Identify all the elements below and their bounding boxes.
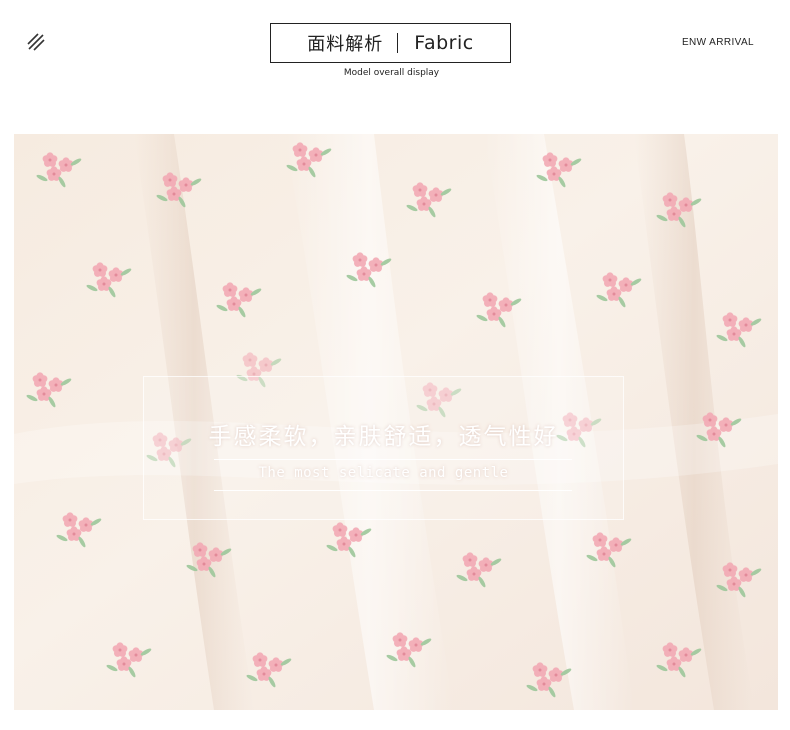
- section-title-box: 面料解析 Fabric: [270, 23, 511, 63]
- caption-frame: 手感柔软，亲肤舒适，透气性好 The most selicate and gen…: [143, 376, 624, 520]
- caption-divider-top: [214, 459, 572, 460]
- caption-english: The most selicate and gentle: [258, 465, 509, 481]
- section-subtitle: Model overall display: [343, 68, 440, 78]
- new-arrival-label: ENW ARRIVAL: [681, 37, 754, 48]
- caption-divider-bottom: [214, 490, 572, 491]
- title-english: Fabric: [414, 32, 474, 54]
- title-divider: [397, 33, 399, 53]
- diagonal-lines-icon: [27, 33, 45, 51]
- menu-icon[interactable]: [26, 32, 48, 54]
- title-chinese: 面料解析: [307, 34, 384, 55]
- caption-chinese: 手感柔软，亲肤舒适，透气性好: [208, 424, 559, 450]
